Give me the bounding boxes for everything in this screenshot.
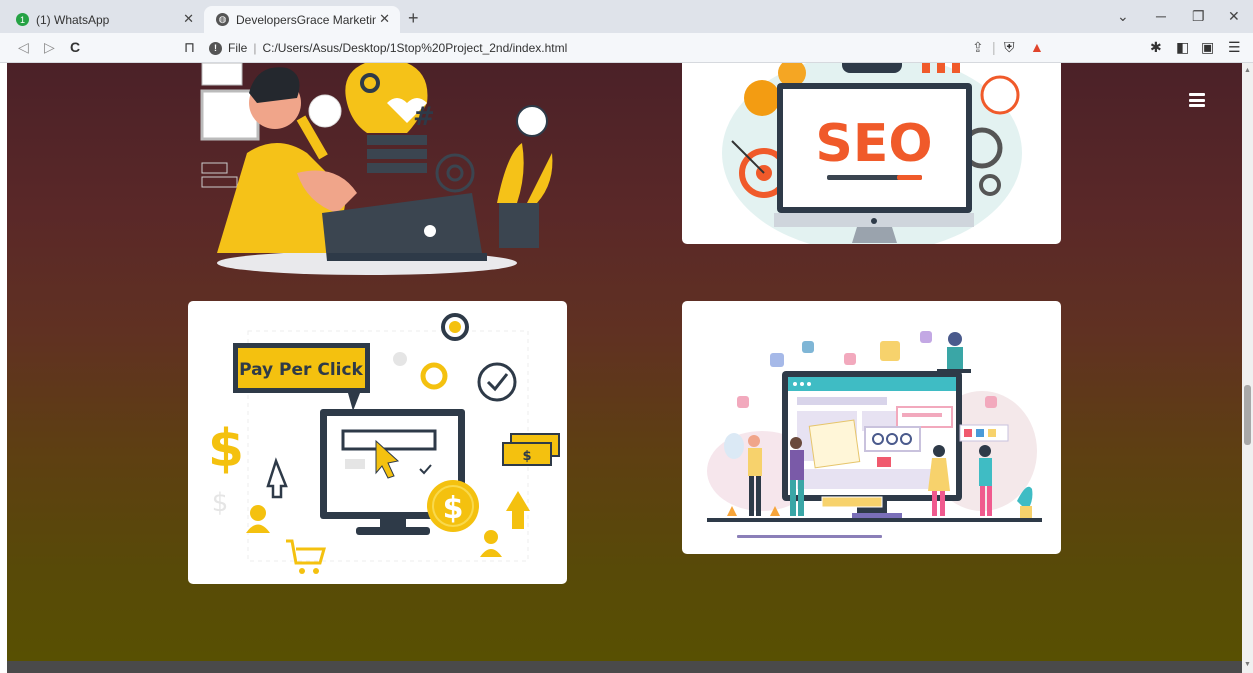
minimize-icon[interactable]: ─ xyxy=(1156,8,1166,24)
ppc-heading: Pay Per Click xyxy=(239,360,363,380)
web-dev-illustration xyxy=(707,331,1042,538)
tab-strip: 1 (1) WhatsApp ✕ ◍ DevelopersGrace Marke… xyxy=(0,0,1253,33)
menu-icon[interactable]: ☰ xyxy=(1228,39,1241,56)
seo-heading: SEO xyxy=(815,114,932,174)
reload-icon[interactable]: C xyxy=(70,39,80,55)
scrollbar[interactable]: ▲ ▼ xyxy=(1242,63,1253,673)
extensions-icon[interactable]: ✱ xyxy=(1150,39,1162,56)
page-content: # SEO Pay Per Click $ $ $ $ xyxy=(7,63,1242,661)
brave-shield-icon[interactable]: ⛨ xyxy=(1004,39,1015,56)
chevron-down-icon[interactable]: ⌄ xyxy=(1117,8,1129,25)
scroll-up-icon[interactable]: ▲ xyxy=(1244,67,1251,74)
back-icon[interactable]: ◁ xyxy=(18,39,29,56)
scroll-thumb[interactable] xyxy=(1244,385,1251,445)
restore-icon[interactable]: ❐ xyxy=(1192,8,1205,25)
tab-title: DevelopersGrace Marketing and xyxy=(236,12,376,27)
scheme-label: File xyxy=(228,41,248,55)
info-icon[interactable]: ! xyxy=(209,41,222,55)
svg-text:#: # xyxy=(413,102,435,132)
brave-rewards-icon[interactable]: ▲ xyxy=(1030,39,1044,55)
globe-icon: ◍ xyxy=(216,13,229,26)
sidebar-icon[interactable]: ◧ xyxy=(1176,39,1189,56)
share-icon[interactable]: ⇪ xyxy=(972,39,984,56)
forward-icon[interactable]: ▷ xyxy=(44,39,55,56)
close-tab-icon[interactable]: ✕ xyxy=(379,11,390,27)
toolbar: ◁ ▷ C ⊓ ! File | C:/Users/Asus/Desktop/1… xyxy=(0,33,1253,63)
ppc-illustration: Pay Per Click $ $ $ $ xyxy=(208,313,560,574)
social-media-illustration: # xyxy=(200,63,553,275)
svg-text:$: $ xyxy=(212,488,229,518)
wallet-icon[interactable]: ▣ xyxy=(1201,39,1214,56)
url-text: C:/Users/Asus/Desktop/1Stop%20Project_2n… xyxy=(262,41,568,55)
hamburger-icon[interactable] xyxy=(1189,93,1205,107)
social-media-card: # xyxy=(187,63,567,283)
tab-developersgrace[interactable]: ◍ DevelopersGrace Marketing and ✕ xyxy=(204,6,400,33)
close-icon[interactable]: ✕ xyxy=(1228,8,1240,25)
web-dev-card[interactable] xyxy=(682,301,1061,554)
bookmark-icon[interactable]: ⊓ xyxy=(184,39,195,56)
svg-text:$: $ xyxy=(443,491,464,526)
svg-text:$: $ xyxy=(522,449,531,464)
seo-card[interactable]: SEO xyxy=(682,63,1061,244)
new-tab-button[interactable]: + xyxy=(408,8,419,29)
tab-whatsapp[interactable]: 1 (1) WhatsApp ✕ xyxy=(4,6,204,33)
scroll-down-icon[interactable]: ▼ xyxy=(1244,661,1251,668)
tab-title: (1) WhatsApp xyxy=(36,12,110,27)
address-bar[interactable]: ! File | C:/Users/Asus/Desktop/1Stop%20P… xyxy=(205,37,1050,59)
close-tab-icon[interactable]: ✕ xyxy=(183,11,194,27)
footer-strip xyxy=(7,661,1242,673)
whatsapp-icon: 1 xyxy=(16,13,29,26)
svg-text:$: $ xyxy=(208,419,244,479)
ppc-card[interactable]: Pay Per Click $ $ $ $ xyxy=(188,301,567,584)
seo-illustration: SEO xyxy=(722,63,1022,244)
